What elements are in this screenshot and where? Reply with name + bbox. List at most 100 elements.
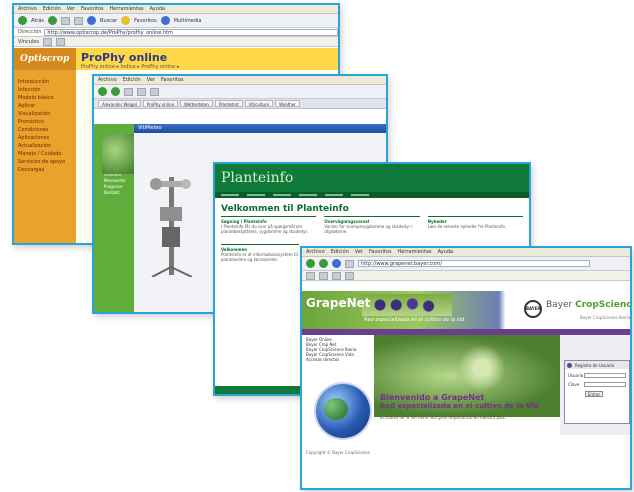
sidebar: Bayer Online Bayer Crop Net Bayer CropSc… (302, 335, 374, 383)
nav-toolbar: Atrás Buscar Favoritos Multimedia (14, 14, 338, 28)
stop-icon[interactable] (124, 87, 133, 96)
back-icon[interactable] (98, 87, 107, 96)
sidebar-item[interactable]: Aplicaciones (18, 134, 76, 142)
menu-item[interactable]: Archivo (98, 77, 117, 83)
bayer-cross-logo: BAYER (524, 300, 542, 318)
sidebar-item[interactable]: Modelo básico (18, 94, 76, 102)
welcome-block: Bienvenido a GrapeNet Red especializada … (380, 393, 550, 420)
site-logo[interactable]: Planteinfo (215, 164, 529, 186)
menu-item[interactable]: Archivo (306, 249, 325, 255)
nav-item[interactable] (299, 194, 317, 196)
browser-tab[interactable]: Weather (275, 100, 300, 107)
nav-toolbar: http://www.grapenet.bayer.com/ (302, 257, 630, 271)
back-icon[interactable] (18, 16, 27, 25)
menu-item[interactable]: Ayuda (150, 6, 165, 12)
inner-window-titlebar: VitiMeteo (134, 124, 386, 133)
grapes-photo (362, 294, 452, 316)
sidebar-item[interactable]: Accesos directos (306, 357, 374, 362)
sidebar-nav: Bayer Online Bayer Crop Net Bayer CropSc… (302, 335, 374, 362)
media-icon[interactable] (160, 16, 170, 25)
refresh-icon[interactable] (74, 16, 84, 25)
sidebar-item[interactable]: Aplicar (18, 102, 76, 110)
sidebar-item[interactable]: Manejo / Cuidado (18, 150, 76, 158)
refresh-icon[interactable] (137, 87, 146, 96)
nav-toolbar (94, 85, 386, 99)
menu-item[interactable]: Edición (43, 6, 61, 12)
nav-item[interactable] (325, 194, 343, 196)
bookmark-icon[interactable] (332, 271, 341, 280)
favorites-icon[interactable] (121, 16, 131, 25)
favorites-label[interactable]: Favoritos (134, 18, 157, 24)
back-icon[interactable] (306, 259, 315, 268)
menu-item[interactable]: Favoritos (161, 77, 184, 83)
forward-icon[interactable] (48, 16, 58, 25)
nav-item[interactable] (273, 194, 291, 196)
password-label: Clave (568, 382, 580, 387)
menu-item[interactable]: Edición (123, 77, 141, 83)
sidebar-item[interactable]: Descargas (18, 166, 76, 174)
address-bar: Dirección http://www.optiscrop.de/ProPhy… (14, 28, 338, 37)
refresh-icon[interactable] (332, 259, 341, 268)
menu-bar: Archivo Edición Ver Favoritos Herramient… (302, 248, 630, 257)
menu-item[interactable]: Herramientas (110, 6, 144, 12)
cropscience-word: CropScience (575, 300, 632, 310)
bookmark-icon[interactable] (345, 271, 354, 280)
menu-item[interactable]: Favoritos (369, 249, 392, 255)
home-icon[interactable] (150, 87, 159, 96)
stop-icon[interactable] (61, 16, 71, 25)
column-heading[interactable]: Overvågningsvarsel (324, 216, 420, 224)
menu-item[interactable]: Archivo (18, 6, 37, 12)
bookmark-icon[interactable] (306, 271, 315, 280)
menu-item[interactable]: Ver (67, 6, 75, 12)
home-icon[interactable] (345, 259, 354, 268)
sidebar-item[interactable]: Introducción (18, 78, 76, 86)
login-panel: Registro de Usuario Usuario Clave Entrar (564, 360, 630, 424)
page-footer: Copyright © Bayer CropScience (306, 450, 370, 455)
browser-tab[interactable]: Plantetrot (214, 100, 243, 107)
bayer-subtitle: Bayer CropScience Iberia (580, 315, 631, 320)
site-logo[interactable]: GrapeNet (306, 296, 371, 310)
browser-tab[interactable]: Viticulture (244, 100, 274, 107)
bookmark-icon[interactable] (55, 37, 65, 46)
welcome-section: Velkommen Planteinfo er et informationss… (215, 234, 305, 262)
page-title: Velkommen til Planteinfo (221, 204, 349, 214)
menu-item[interactable]: Edición (331, 249, 349, 255)
forward-icon[interactable] (319, 259, 328, 268)
sidebar-item[interactable]: Condiciones (18, 126, 76, 134)
menu-item[interactable]: Ver (355, 249, 363, 255)
menu-item[interactable]: Herramientas (398, 249, 432, 255)
google-toolbar-icon[interactable] (42, 37, 52, 46)
browser-tab[interactable]: Wetterdaten (180, 100, 213, 107)
links-bar: Vínculos (14, 37, 338, 47)
column-heading[interactable]: Søgning i Planteinfo (221, 216, 317, 224)
menu-item[interactable]: Favoritos (81, 6, 104, 12)
bayer-wordmark: Bayer CropScience (546, 300, 632, 310)
browser-tab[interactable]: Alexander Weigel (98, 100, 141, 107)
back-label[interactable]: Atrás (31, 18, 44, 24)
media-label[interactable]: Multimedia (174, 18, 202, 24)
menu-item[interactable]: Ayuda (438, 249, 453, 255)
bookmark-icon[interactable] (319, 271, 328, 280)
sidebar-item[interactable]: Visualización (18, 110, 76, 118)
browser-tab[interactable]: ProPhy online (142, 100, 179, 107)
password-input[interactable] (584, 382, 626, 387)
sidebar-item[interactable]: Pronóstico (18, 118, 76, 126)
nav-item[interactable] (351, 194, 369, 196)
search-label[interactable]: Buscar (100, 18, 117, 24)
nav-item[interactable] (221, 194, 239, 196)
sidebar-item[interactable]: Infección (18, 86, 76, 94)
sidebar-item[interactable]: Kontakt (104, 190, 134, 196)
login-button[interactable]: Entrar (585, 391, 603, 397)
nav-item[interactable] (247, 194, 265, 196)
column-heading[interactable]: Nyheder (427, 216, 523, 224)
menu-item[interactable]: Ver (147, 77, 155, 83)
site-logo[interactable]: Optiscrop (14, 48, 76, 70)
forward-icon[interactable] (111, 87, 120, 96)
sidebar-item[interactable]: Actualización (18, 142, 76, 150)
username-input[interactable] (584, 373, 626, 378)
search-icon[interactable] (87, 16, 97, 25)
sidebar-item[interactable]: Servicios de apoyo (18, 158, 76, 166)
bayer-header: BAYER Bayer CropScience Bayer CropScienc… (520, 291, 630, 329)
url-field[interactable]: http://www.optiscrop.de/ProPhy/profhy_on… (44, 28, 338, 36)
url-field[interactable]: http://www.grapenet.bayer.com/ (358, 260, 590, 267)
